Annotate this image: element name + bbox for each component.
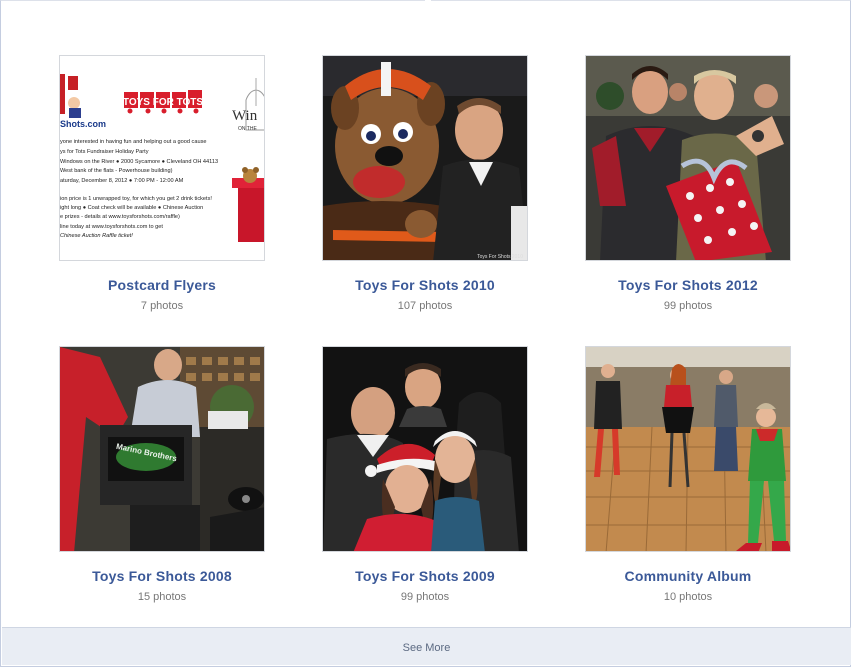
- see-more-link[interactable]: See More: [403, 642, 451, 654]
- album-thumbnail[interactable]: [322, 346, 528, 552]
- flyer-line: West bank of the flats - Powerhouse buil…: [60, 168, 173, 174]
- panel-notch: [425, 0, 431, 2]
- mascot-photo: Toys For Shots 2010: [323, 56, 527, 260]
- flyer-line: ion price is 1 unwrapped toy, for which …: [60, 196, 212, 202]
- album-card-toys-for-shots-2008: Marino Brothers Toys For Shots 2008 15 p…: [59, 346, 265, 603]
- flyer-brand-sub: ON THE: [238, 126, 257, 132]
- album-card-toys-for-shots-2010: Toys For Shots 2010 Toys For Shots 2010 …: [322, 55, 528, 312]
- flyer-line: ight long ● Coat check will be available…: [60, 205, 203, 211]
- album-card-postcard-flyers: TOYS FOR TOTS Shots.com Win ON THE yone …: [59, 55, 265, 312]
- album-title[interactable]: Toys For Shots 2010: [322, 277, 528, 293]
- see-more-bar[interactable]: See More: [2, 627, 851, 665]
- album-photo-count: 99 photos: [663, 300, 713, 312]
- flyer-line: Windows on the River ● 2000 Sycamore ● C…: [60, 159, 218, 165]
- dj-photo: Marino Brothers: [60, 347, 264, 551]
- dance-floor-photo: [586, 347, 790, 551]
- group-photo-2009: [323, 347, 527, 551]
- flyer-line: e prizes - details at www.toysforshots.c…: [60, 214, 180, 220]
- party-photo-2012: [586, 56, 790, 260]
- album-photo-count: 99 photos: [400, 591, 450, 603]
- album-thumbnail[interactable]: [585, 346, 791, 552]
- flyer-line: line today at www.toysforshots.com to ge…: [60, 224, 163, 230]
- album-title[interactable]: Postcard Flyers: [59, 277, 265, 293]
- album-card-community-album: Community Album 10 photos: [585, 346, 791, 603]
- album-photo-count: 15 photos: [137, 591, 187, 603]
- flyer-brand-text: Win: [232, 108, 258, 124]
- flyer-site-text: Shots.com: [60, 119, 106, 129]
- flyer-line: aturday, December 8, 2012 ● 7:00 PM - 12…: [60, 178, 184, 184]
- album-photo-count: 7 photos: [140, 300, 184, 312]
- album-thumbnail[interactable]: Toys For Shots 2010: [322, 55, 528, 261]
- album-title[interactable]: Community Album: [585, 568, 791, 584]
- photo-caption: Toys For Shots 2010: [477, 254, 523, 260]
- album-title[interactable]: Toys For Shots 2009: [322, 568, 528, 584]
- album-thumbnail[interactable]: TOYS FOR TOTS Shots.com Win ON THE yone …: [59, 55, 265, 261]
- album-title[interactable]: Toys For Shots 2008: [59, 568, 265, 584]
- flyer-line: Chinese Auction Raffle ticket!: [60, 233, 133, 239]
- albums-panel: TOYS FOR TOTS Shots.com Win ON THE yone …: [0, 0, 851, 667]
- flyer-line: yone interested in having fun and helpin…: [60, 139, 206, 145]
- flyer-line: ys for Tots Fundraiser Holiday Party: [60, 149, 149, 155]
- album-photo-count: 10 photos: [663, 591, 713, 603]
- album-photo-count: 107 photos: [397, 300, 453, 312]
- flyer-logo-text: TOYS FOR TOTS: [123, 97, 204, 108]
- album-title[interactable]: Toys For Shots 2012: [585, 277, 791, 293]
- album-card-toys-for-shots-2009: Toys For Shots 2009 99 photos: [322, 346, 528, 603]
- flyer-image: TOYS FOR TOTS Shots.com Win ON THE yone …: [60, 56, 264, 260]
- album-thumbnail[interactable]: [585, 55, 791, 261]
- album-thumbnail[interactable]: Marino Brothers: [59, 346, 265, 552]
- album-card-toys-for-shots-2012: Toys For Shots 2012 99 photos: [585, 55, 791, 312]
